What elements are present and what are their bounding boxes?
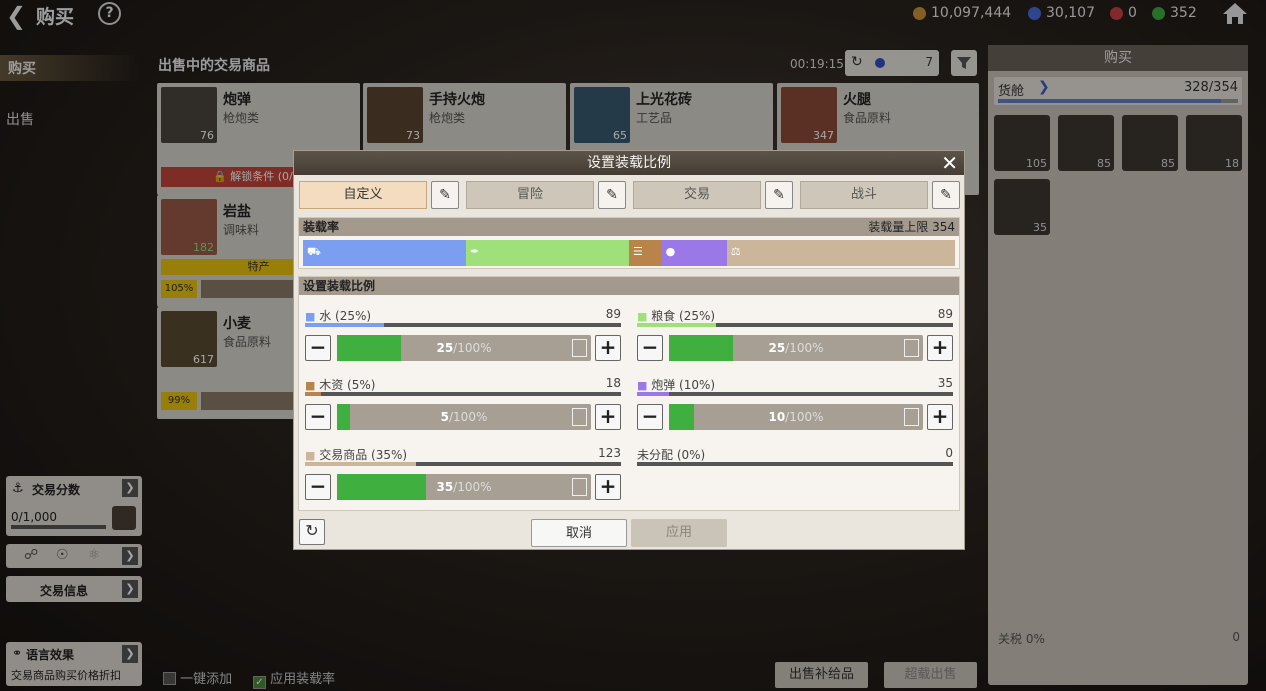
increase-button[interactable]: +: [595, 404, 621, 430]
edit-icon[interactable]: ✎: [765, 181, 793, 209]
ratio-row: ■ 交易商品 (35%) 123: [305, 446, 621, 462]
slider-value: 5/100%: [440, 410, 488, 424]
load-ratio-dialog: 设置装载比例 ✕ 自定义 ✎ 冒险 ✎ 交易 ✎ 战斗 ✎ 装载率 装载量上限 35…: [293, 150, 965, 550]
close-icon[interactable]: ✕: [941, 152, 958, 174]
calculator-icon[interactable]: [572, 408, 587, 426]
ratio-slider[interactable]: 5/100%: [337, 404, 591, 430]
decrease-button[interactable]: −: [305, 474, 331, 500]
slider-value: 35/100%: [436, 480, 492, 494]
load-rate-bar: ⛟ ✒ ☰ ● ⚖: [303, 240, 955, 266]
segment-icon: ●: [665, 245, 676, 258]
segment-icon: ⛟: [307, 245, 321, 258]
item-icon: ■: [305, 379, 316, 392]
calculator-icon[interactable]: [904, 339, 919, 357]
decrease-button[interactable]: −: [637, 404, 663, 430]
increase-button[interactable]: +: [927, 404, 953, 430]
edit-icon[interactable]: ✎: [598, 181, 626, 209]
decrease-button[interactable]: −: [305, 404, 331, 430]
segment-icon: ⚖: [730, 245, 741, 258]
load-segment: ⛟: [303, 240, 466, 266]
unassigned-row: 未分配 (0%) 0: [637, 446, 953, 462]
ratio-slider[interactable]: 10/100%: [669, 404, 923, 430]
ratio-row: ■ 木资 (5%) 18: [305, 376, 621, 392]
ratio-settings-header: 设置装载比例: [299, 277, 959, 295]
load-segment: ☰: [629, 240, 662, 266]
apply-button[interactable]: 应用: [631, 519, 727, 547]
ratio-row: ■ 水 (25%) 89: [305, 307, 621, 323]
reset-button[interactable]: ↻: [299, 519, 325, 545]
tab-trade[interactable]: 交易: [633, 181, 761, 209]
edit-icon[interactable]: ✎: [431, 181, 459, 209]
segment-icon: ✒: [470, 245, 480, 258]
item-icon: ■: [305, 310, 316, 323]
ratio-slider[interactable]: 25/100%: [669, 335, 923, 361]
slider-value: 25/100%: [768, 341, 824, 355]
reset-icon: ↻: [305, 521, 319, 540]
ratio-bar: [305, 392, 621, 396]
calculator-icon[interactable]: [572, 478, 587, 496]
segment-icon: ☰: [633, 245, 643, 258]
load-rate-box: 装载率 装载量上限 354 ⛟ ✒ ☰ ● ⚖: [298, 217, 960, 269]
slider-value: 25/100%: [436, 341, 492, 355]
increase-button[interactable]: +: [595, 474, 621, 500]
decrease-button[interactable]: −: [637, 335, 663, 361]
unassigned-bar: [637, 462, 953, 466]
ratio-bar: [637, 392, 953, 396]
calculator-icon[interactable]: [904, 408, 919, 426]
load-segment: ●: [661, 240, 727, 266]
ratio-bar: [305, 462, 621, 466]
ratio-slider[interactable]: 35/100%: [337, 474, 591, 500]
ratio-row: ■ 粮食 (25%) 89: [637, 307, 953, 323]
load-segment: ✒: [466, 240, 629, 266]
tab-adventure[interactable]: 冒险: [466, 181, 594, 209]
item-icon: ■: [637, 379, 648, 392]
tab-custom[interactable]: 自定义: [299, 181, 427, 209]
load-rate-header: 装载率 装载量上限 354: [299, 218, 959, 236]
decrease-button[interactable]: −: [305, 335, 331, 361]
calculator-icon[interactable]: [572, 339, 587, 357]
increase-button[interactable]: +: [595, 335, 621, 361]
ratio-row: ■ 炮弹 (10%) 35: [637, 376, 953, 392]
item-icon: ■: [305, 449, 316, 462]
ratio-settings-box: 设置装载比例 ■ 水 (25%) 89 − 25/100% + ■ 粮食 (25…: [298, 276, 960, 511]
edit-icon[interactable]: ✎: [932, 181, 960, 209]
cancel-button[interactable]: 取消: [531, 519, 627, 547]
tab-battle[interactable]: 战斗: [800, 181, 928, 209]
increase-button[interactable]: +: [927, 335, 953, 361]
ratio-bar: [637, 323, 953, 327]
slider-value: 10/100%: [768, 410, 824, 424]
item-icon: ■: [637, 310, 648, 323]
load-segment: ⚖: [726, 240, 955, 266]
ratio-bar: [305, 323, 621, 327]
dialog-title: 设置装载比例 ✕: [294, 151, 964, 175]
ratio-slider[interactable]: 25/100%: [337, 335, 591, 361]
